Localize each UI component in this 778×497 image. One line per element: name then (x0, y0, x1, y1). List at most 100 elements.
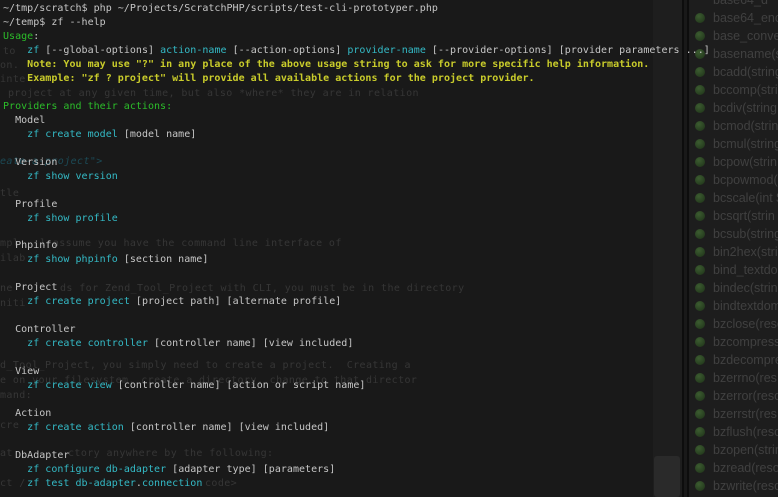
function-list-item[interactable]: base_conver (689, 27, 778, 45)
function-bullet-icon (695, 427, 705, 437)
function-bullet-icon (695, 121, 705, 131)
function-list-item[interactable]: bcpow(strin (689, 153, 777, 171)
php-functions-panel: base64_d base64_enc base_conver basename(s b… (689, 0, 778, 497)
ghost-editor-line: ds for Zend_Tool_Project with CLI, you m… (60, 283, 465, 295)
ghost-editor-line: mand: (0, 390, 32, 402)
function-list-item[interactable]: bcsub(string (689, 225, 778, 243)
function-label: bcdiv(string (713, 101, 777, 115)
function-list-item[interactable]: bcmul(string (689, 135, 778, 153)
function-bullet-icon (695, 13, 705, 23)
function-label: base_conver (713, 29, 778, 43)
function-label: base64_enc (713, 11, 778, 25)
function-label: bcmod(strin (713, 119, 778, 133)
terminal-scrollbar[interactable] (653, 0, 682, 497)
function-bullet-icon (695, 301, 705, 311)
function-label: bzopen(strin (713, 443, 778, 457)
function-list-item[interactable]: bzdecompre (689, 351, 778, 369)
function-list-item[interactable]: bcscale(int $ (689, 189, 778, 207)
function-label: bzerrno(res (713, 371, 777, 385)
function-bullet-icon (695, 193, 705, 203)
function-label: bindtextdom (713, 299, 778, 313)
function-bullet-icon (695, 265, 705, 275)
function-bullet-icon (695, 211, 705, 221)
function-list-item[interactable]: basename(s (689, 45, 778, 63)
function-label: bind_textdo (713, 263, 778, 277)
function-label: bzclose(reso (713, 317, 778, 331)
function-list-item[interactable]: bcdiv(string (689, 99, 777, 117)
function-list-item[interactable]: bcmod(strin (689, 117, 778, 135)
function-list-item[interactable]: base64_enc (689, 9, 778, 27)
function-bullet-icon (695, 229, 705, 239)
function-list-item[interactable]: bzflush(reso (689, 423, 778, 441)
function-list-item[interactable]: base64_d (689, 0, 768, 9)
function-label: bindec(strin (713, 281, 778, 295)
function-list-item[interactable]: bzcompress( (689, 333, 778, 351)
ghost-editor-line: mpl (0, 238, 19, 250)
ghost-editor-line: tle (0, 188, 19, 200)
function-label: bcpowmod(s (713, 173, 778, 187)
function-bullet-icon (695, 319, 705, 329)
function-list-item[interactable]: bin2hex(stri (689, 243, 778, 261)
ghost-editor-line: project at any given time, but also *whe… (8, 88, 419, 100)
function-label: bzcompress( (713, 335, 778, 349)
function-label: bzerrstr(res (713, 407, 777, 421)
function-bullet-icon (695, 49, 705, 59)
function-list-item[interactable]: bindtextdom (689, 297, 778, 315)
function-bullet-icon (695, 85, 705, 95)
ghost-editor-line: ctory anywhere by the following: (68, 448, 273, 460)
function-label: bzflush(reso (713, 425, 778, 439)
function-list-item[interactable]: bind_textdo (689, 261, 778, 279)
function-list-item[interactable]: bcsqrt(strin (689, 207, 775, 225)
function-list-item[interactable]: bcadd(string (689, 63, 778, 81)
panel-divider (682, 0, 684, 497)
function-bullet-icon (695, 31, 705, 41)
function-bullet-icon (695, 355, 705, 365)
function-list-item[interactable]: bccomp(stri (689, 81, 778, 99)
function-list-item[interactable]: bzopen(strin (689, 441, 778, 459)
function-bullet-icon (695, 283, 705, 293)
ghost-editor-line: code> (205, 478, 237, 490)
function-bullet-icon (695, 409, 705, 419)
function-bullet-icon (695, 337, 705, 347)
function-bullet-icon (695, 463, 705, 473)
function-bullet-icon (695, 67, 705, 77)
ghost-editor-line: ne (0, 283, 13, 295)
function-label: bzerror(reso (713, 389, 778, 403)
function-label: bccomp(stri (713, 83, 778, 97)
ghost-editor-line: on. (0, 60, 19, 72)
function-label: bzwrite(reso (713, 479, 778, 493)
ghost-editor-line: at (0, 448, 13, 460)
ghost-editor-line: cre (0, 420, 19, 432)
function-list-item[interactable]: bzerror(reso (689, 387, 778, 405)
function-label: bzdecompre (713, 353, 778, 367)
function-list-item[interactable]: bzerrno(res (689, 369, 777, 387)
ghost-editor-line: niti (0, 298, 26, 310)
function-bullet-icon (695, 391, 705, 401)
function-list-item[interactable]: bzerrstr(res (689, 405, 777, 423)
function-label: bcadd(string (713, 65, 778, 79)
function-bullet-icon (695, 157, 705, 167)
function-label: bcsqrt(strin (713, 209, 775, 223)
function-list-item[interactable]: bzread(reso (689, 459, 778, 477)
function-bullet-icon (695, 139, 705, 149)
function-bullet-icon (695, 445, 705, 455)
function-label: basename(s (713, 47, 778, 61)
ghost-editor-line: ct / (0, 478, 26, 490)
function-list-item[interactable]: bindec(strin (689, 279, 778, 297)
function-list-item[interactable]: bzwrite(reso (689, 477, 778, 495)
function-bullet-icon (695, 103, 705, 113)
ghost-editor-line: to (3, 46, 16, 58)
function-label: bzread(reso (713, 461, 778, 475)
function-label: bcmul(string (713, 137, 778, 151)
ghost-editor-line: inte (0, 74, 26, 86)
screen: to on. inte project at any given time, but … (0, 0, 778, 497)
ghost-editor-line: d_Tool_Project, you simply need to creat… (0, 360, 411, 372)
function-bullet-icon (695, 481, 705, 491)
function-list-item[interactable]: bcpowmod(s (689, 171, 778, 189)
terminal-scrollbar-thumb[interactable] (654, 456, 680, 497)
function-bullet-icon (695, 175, 705, 185)
ghost-editor-line: e on your filesystem, create a directory… (0, 375, 417, 387)
function-label: bcsub(string (713, 227, 778, 241)
function-list-item[interactable]: bzclose(reso (689, 315, 778, 333)
function-bullet-icon (695, 247, 705, 257)
